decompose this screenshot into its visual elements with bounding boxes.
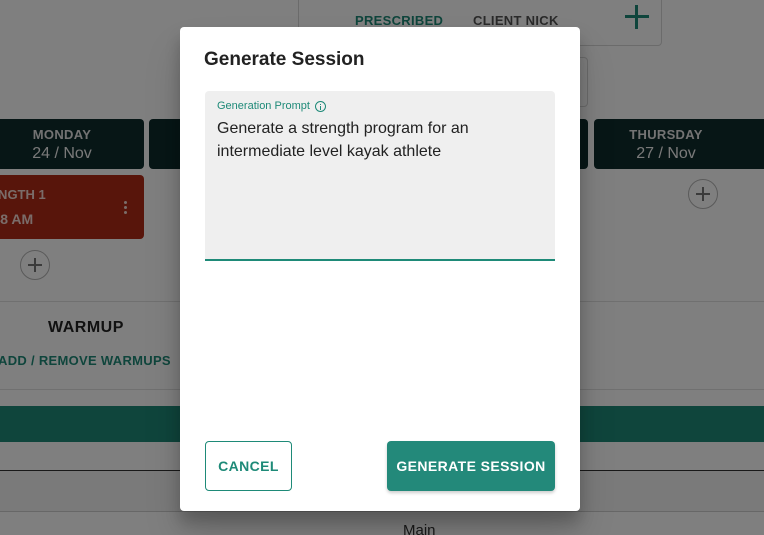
info-icon[interactable] [314, 100, 326, 112]
generate-session-dialog: Generate Session Generation Prompt Gener… [180, 27, 580, 511]
field-label-text: Generation Prompt [217, 100, 310, 112]
field-label: Generation Prompt [217, 100, 326, 112]
generation-prompt-field[interactable]: Generation Prompt Generate a strength pr… [205, 91, 555, 261]
cancel-button[interactable]: CANCEL [205, 441, 292, 491]
generate-session-button[interactable]: GENERATE SESSION [387, 441, 555, 491]
dialog-title: Generate Session [204, 49, 365, 70]
generation-prompt-input[interactable]: Generate a strength program for an inter… [217, 117, 537, 163]
